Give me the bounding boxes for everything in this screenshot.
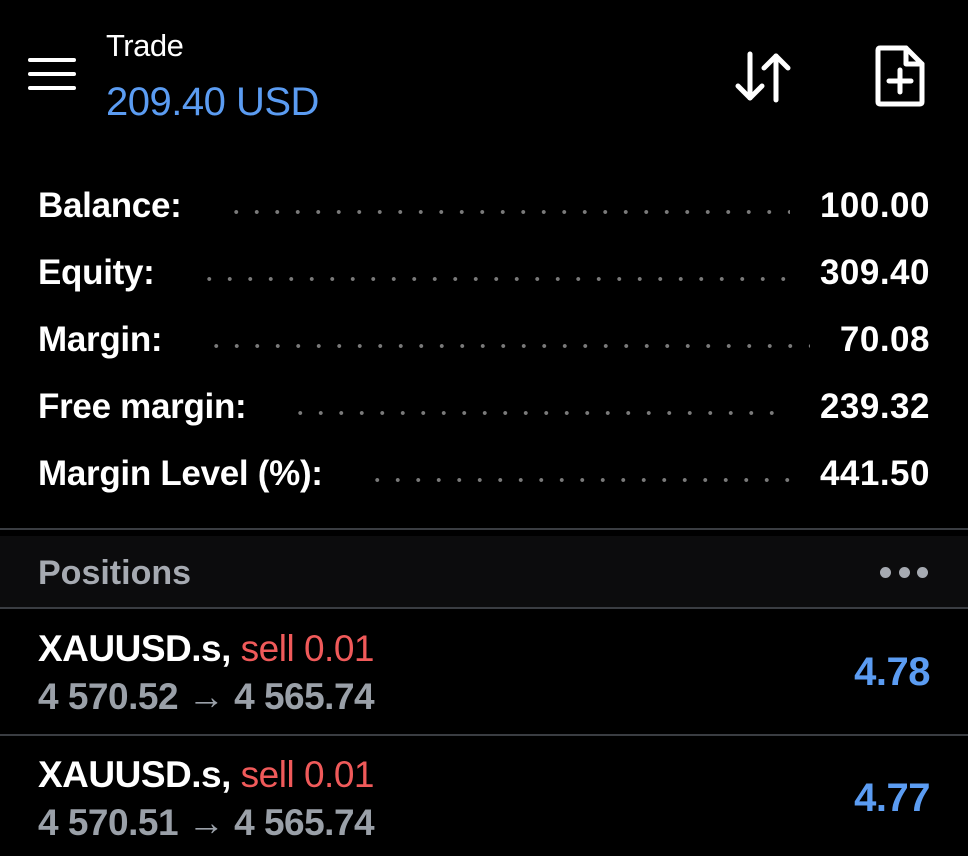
hamburger-menu-icon[interactable] [26, 56, 78, 96]
dotted-leader [198, 277, 790, 281]
margin-value: 70.08 [839, 320, 930, 359]
open-price: 4 570.52 [38, 676, 179, 717]
balance-label: Balance: [38, 186, 182, 225]
more-horizontal-icon[interactable] [880, 560, 928, 584]
menu-bar [28, 58, 76, 62]
dotted-leader [225, 210, 790, 214]
position-row[interactable]: XAUUSD.s, sell 0.01 4 570.52 → 4 565.74 … [0, 612, 968, 736]
menu-bar [28, 86, 76, 90]
margin-label: Margin: [38, 320, 163, 359]
position-side: sell 0.01 [240, 628, 375, 669]
position-prices: 4 570.51 → 4 565.74 [38, 802, 375, 844]
position-summary: XAUUSD.s, sell 0.01 [38, 628, 374, 670]
arrow-right-icon: → [187, 676, 225, 717]
current-price: 4 565.74 [234, 802, 375, 843]
app-header: Trade 209.40 USD [0, 0, 968, 150]
open-price: 4 570.51 [38, 802, 179, 843]
account-row-margin: Margin: 70.08 [38, 315, 930, 365]
position-row[interactable]: XAUUSD.s, sell 0.01 4 570.51 → 4 565.74 … [0, 738, 968, 856]
position-symbol: XAUUSD.s, [38, 628, 231, 669]
balance-value: 100.00 [819, 186, 930, 225]
page-title: Trade [106, 28, 184, 63]
dotted-leader [366, 478, 790, 482]
row-divider [0, 734, 968, 736]
equity-label: Equity: [38, 253, 155, 292]
account-row-margin-level: Margin Level (%): 441.50 [38, 449, 930, 499]
margin-level-value: 441.50 [819, 454, 930, 493]
dotted-leader [290, 411, 790, 415]
position-profit: 4.78 [854, 650, 930, 694]
add-document-icon[interactable] [872, 44, 928, 108]
position-symbol: XAUUSD.s, [38, 754, 231, 795]
position-summary: XAUUSD.s, sell 0.01 [38, 754, 374, 796]
dotted-leader [206, 344, 810, 348]
section-divider [0, 528, 968, 530]
positions-title: Positions [38, 554, 192, 592]
menu-bar [28, 72, 76, 76]
positions-header: Positions [0, 536, 968, 608]
account-row-equity: Equity: 309.40 [38, 248, 930, 298]
header-equity: 209.40 USD [106, 80, 319, 124]
current-price: 4 565.74 [234, 676, 375, 717]
free-margin-value: 239.32 [819, 387, 930, 426]
position-profit: 4.77 [854, 776, 930, 820]
position-prices: 4 570.52 → 4 565.74 [38, 676, 375, 718]
arrow-right-icon: → [187, 802, 225, 843]
position-side: sell 0.01 [240, 754, 375, 795]
free-margin-label: Free margin: [38, 387, 247, 426]
margin-level-label: Margin Level (%): [38, 454, 323, 493]
account-row-free-margin: Free margin: 239.32 [38, 382, 930, 432]
account-row-balance: Balance: 100.00 [38, 181, 930, 231]
sort-arrows-icon[interactable] [732, 46, 794, 108]
equity-value: 309.40 [819, 253, 930, 292]
section-divider [0, 607, 968, 609]
